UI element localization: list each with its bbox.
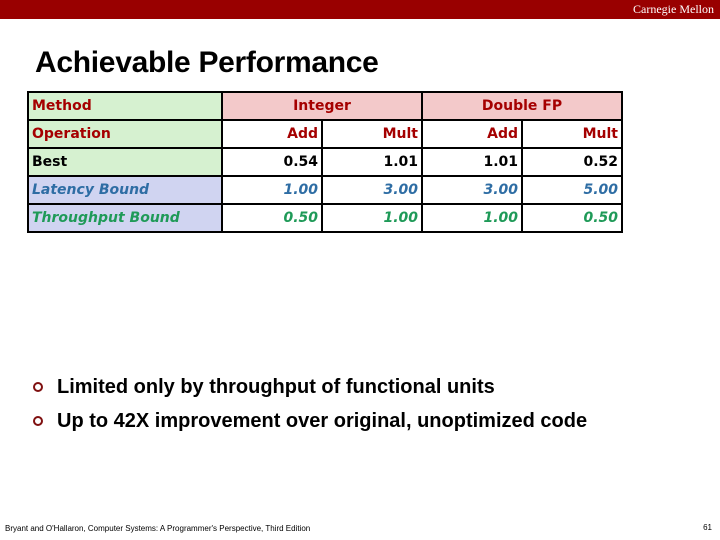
operation-cell: Mult (521, 119, 623, 149)
list-item: Up to 42X improvement over original, uno… (33, 404, 587, 438)
table-row-throughput-bound: Throughput Bound 0.50 1.00 1.00 0.50 (27, 203, 623, 233)
row-label: Latency Bound (27, 175, 223, 205)
footer-citation: Bryant and O'Hallaron, Computer Systems:… (5, 524, 311, 533)
value-cell: 3.00 (421, 175, 523, 205)
value-cell: 0.52 (521, 147, 623, 177)
circle-bullet-icon (33, 416, 43, 426)
bullet-text: Limited only by throughput of functional… (57, 375, 495, 398)
value-cell: 1.00 (221, 175, 323, 205)
value-cell: 1.01 (321, 147, 423, 177)
table-header-row: Method Integer Double FP (27, 91, 623, 121)
operation-cell: Add (421, 119, 523, 149)
page-number: 61 (703, 523, 712, 532)
value-cell: 5.00 (521, 175, 623, 205)
bullet-list: Limited only by throughput of functional… (33, 370, 587, 438)
row-label: Best (27, 147, 223, 177)
value-cell: 1.01 (421, 147, 523, 177)
row-label: Throughput Bound (27, 203, 223, 233)
header-bar: Carnegie Mellon (0, 0, 720, 19)
circle-bullet-icon (33, 382, 43, 392)
slide-title: Achievable Performance (35, 46, 379, 79)
value-cell: 0.50 (221, 203, 323, 233)
double-fp-group-header: Double FP (421, 91, 623, 121)
integer-group-header: Integer (221, 91, 423, 121)
value-cell: 1.00 (421, 203, 523, 233)
table-row-best: Best 0.54 1.01 1.01 0.52 (27, 147, 623, 177)
value-cell: 1.00 (321, 203, 423, 233)
bullet-text: Up to 42X improvement over original, uno… (57, 409, 588, 432)
operation-row: Operation Add Mult Add Mult (27, 119, 623, 149)
performance-table: Method Integer Double FP Operation Add M… (27, 91, 623, 233)
list-item: Limited only by throughput of functional… (33, 370, 587, 404)
operation-cell: Add (221, 119, 323, 149)
table-row-latency-bound: Latency Bound 1.00 3.00 3.00 5.00 (27, 175, 623, 205)
value-cell: 3.00 (321, 175, 423, 205)
method-header: Method (27, 91, 223, 121)
brand-label: Carnegie Mellon (633, 2, 714, 16)
operation-cell: Mult (321, 119, 423, 149)
value-cell: 0.50 (521, 203, 623, 233)
operation-header: Operation (27, 119, 223, 149)
value-cell: 0.54 (221, 147, 323, 177)
